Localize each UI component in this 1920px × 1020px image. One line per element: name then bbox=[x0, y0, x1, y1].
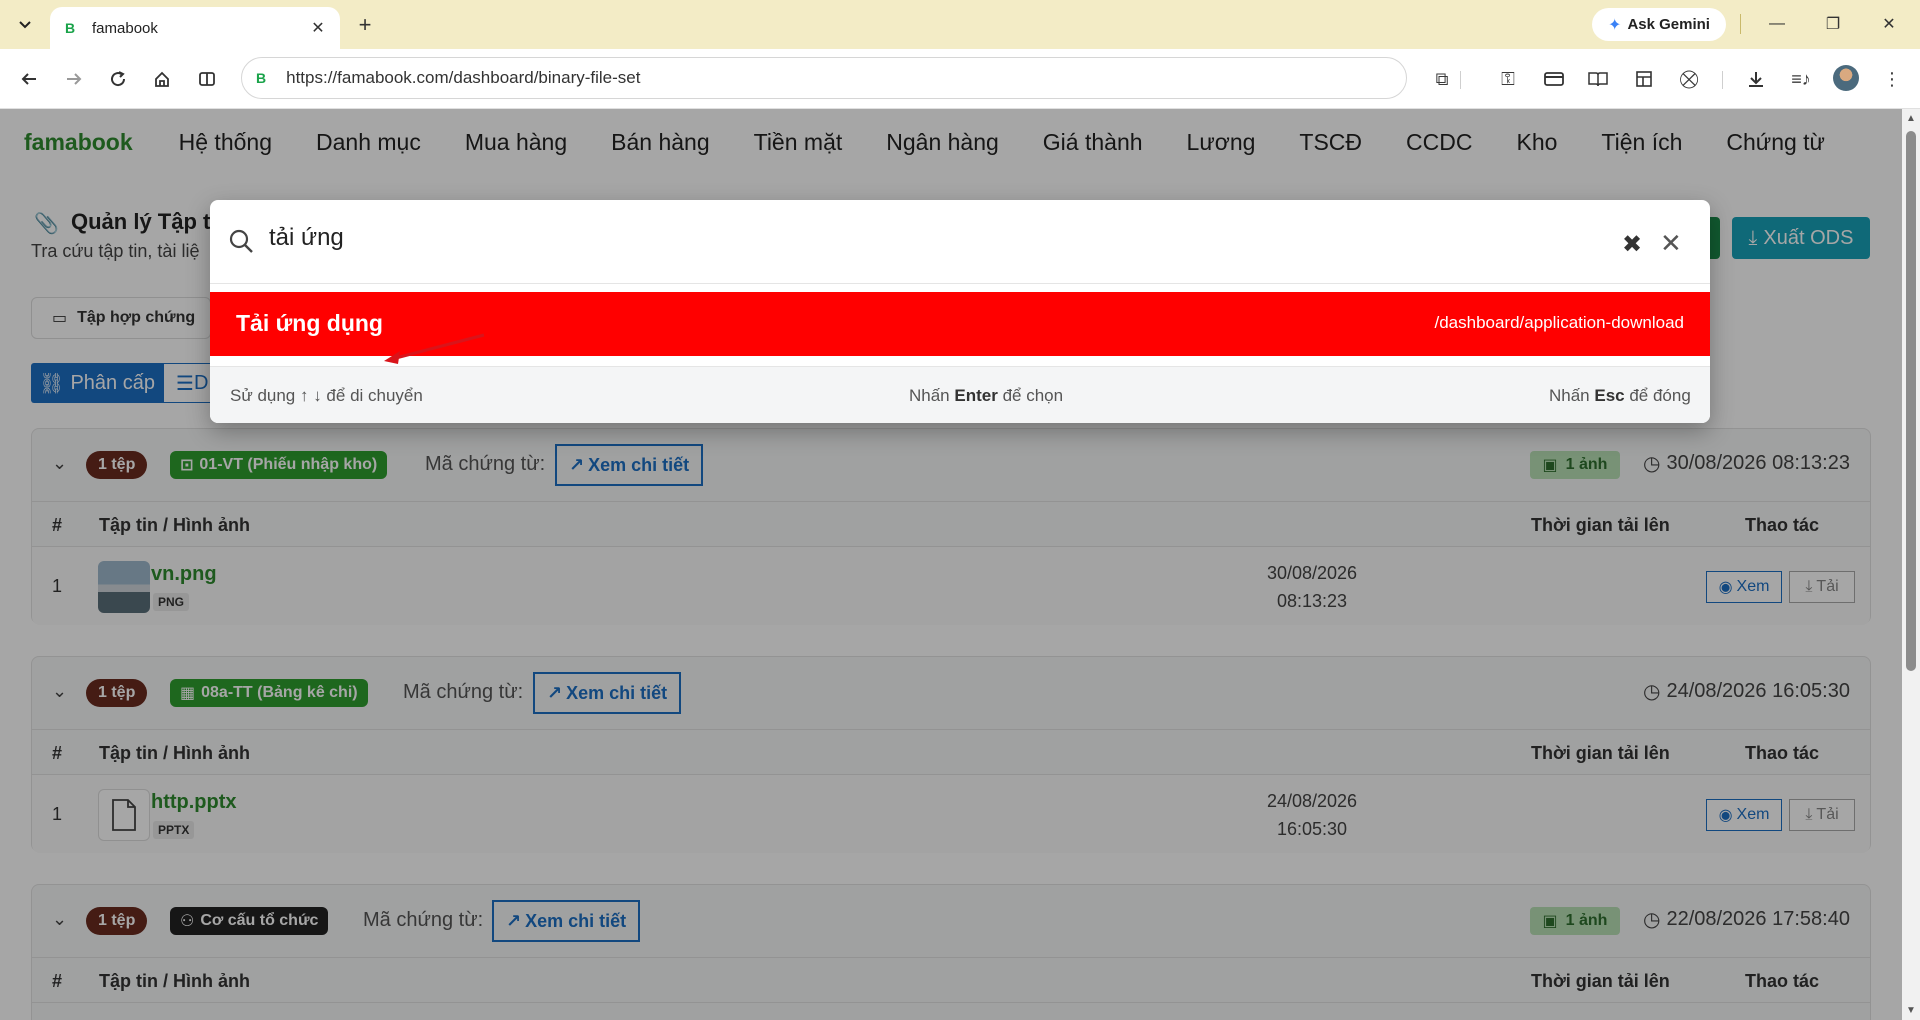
close-tab-icon[interactable]: ✕ bbox=[308, 18, 328, 38]
scroll-up-icon[interactable]: ▲ bbox=[1906, 113, 1916, 124]
gemini-sparkle-icon: ✦ bbox=[1608, 16, 1622, 34]
address-bar[interactable]: B https://famabook.com/dashboard/binary-… bbox=[241, 57, 1407, 99]
password-key-icon[interactable]: ⚿ bbox=[1494, 65, 1522, 93]
palette-search-bar: ✖ ✕ bbox=[210, 200, 1710, 284]
hint-select: Nhấn Enter để chọn bbox=[909, 386, 1063, 406]
page-content: famabook Hệ thống Danh mục Mua hàng Bán … bbox=[0, 109, 1902, 1020]
incognito-icon[interactable]: ⛒ bbox=[1675, 65, 1703, 93]
hint-close: Nhấn Esc để đóng bbox=[1549, 386, 1691, 406]
media-queue-icon[interactable]: ≡♪ bbox=[1787, 65, 1815, 93]
forward-icon[interactable] bbox=[60, 65, 88, 93]
url-text: https://famabook.com/dashboard/binary-fi… bbox=[286, 68, 641, 87]
clear-search-icon[interactable]: ✖ bbox=[1622, 230, 1642, 259]
hint-close-pre: Nhấn bbox=[1549, 386, 1595, 405]
divider bbox=[1740, 14, 1741, 34]
payment-card-icon[interactable] bbox=[1540, 65, 1568, 93]
restore-button[interactable]: ❐ bbox=[1818, 10, 1848, 38]
browser-tabbar: B famabook ✕ + ✦ Ask Gemini — ❐ ✕ bbox=[0, 0, 1920, 49]
table-icon[interactable] bbox=[1630, 65, 1658, 93]
home-icon[interactable] bbox=[148, 65, 176, 93]
ask-gemini-label: Ask Gemini bbox=[1627, 16, 1710, 33]
chevron-down-icon bbox=[19, 21, 31, 29]
back-icon[interactable] bbox=[15, 65, 43, 93]
hint-close-post: để đóng bbox=[1624, 386, 1691, 405]
palette-search-input[interactable] bbox=[269, 224, 1469, 252]
hint-select-key: Enter bbox=[954, 386, 998, 405]
hint-select-post: để chọn bbox=[997, 386, 1064, 405]
close-icon[interactable]: ✕ bbox=[1660, 228, 1682, 259]
browser-toolbar: B https://famabook.com/dashboard/binary-… bbox=[0, 49, 1920, 109]
command-palette: ✖ ✕ Tải ứng dụng /dashboard/application-… bbox=[210, 200, 1710, 423]
hint-select-pre: Nhấn bbox=[909, 386, 955, 405]
site-info-icon[interactable]: B bbox=[256, 70, 266, 86]
reading-mode-icon[interactable] bbox=[1584, 65, 1612, 93]
split-view-icon[interactable] bbox=[193, 65, 221, 93]
site-favicon-icon: B bbox=[64, 20, 76, 36]
hint-navigate: Sử dụng ↑ ↓ để di chuyển bbox=[230, 386, 423, 405]
search-icon bbox=[229, 229, 253, 253]
page-scrollbar[interactable]: ▲ ▼ bbox=[1902, 109, 1920, 1020]
palette-footer: Sử dụng ↑ ↓ để di chuyển Nhấn Enter để c… bbox=[210, 366, 1710, 423]
scroll-down-icon[interactable]: ▼ bbox=[1906, 1005, 1916, 1016]
close-window-button[interactable]: ✕ bbox=[1874, 10, 1904, 38]
ask-gemini-button[interactable]: ✦ Ask Gemini bbox=[1592, 8, 1726, 41]
hint-close-key: Esc bbox=[1594, 386, 1625, 405]
divider bbox=[1460, 71, 1461, 89]
scroll-thumb[interactable] bbox=[1906, 131, 1916, 671]
more-menu-icon[interactable]: ⋮ bbox=[1878, 65, 1906, 93]
new-tab-button[interactable]: + bbox=[352, 12, 378, 38]
result-title: Tải ứng dụng bbox=[236, 310, 383, 336]
reload-icon[interactable] bbox=[104, 65, 132, 93]
profile-avatar[interactable] bbox=[1833, 65, 1859, 91]
download-icon[interactable] bbox=[1742, 65, 1770, 93]
browser-tab[interactable]: B famabook ✕ bbox=[50, 7, 340, 49]
annotation-arrow-icon bbox=[384, 333, 485, 364]
divider bbox=[1722, 71, 1723, 89]
tab-search-button[interactable] bbox=[10, 9, 40, 39]
result-path: /dashboard/application-download bbox=[1434, 313, 1684, 332]
tab-title: famabook bbox=[92, 19, 158, 37]
extensions-icon[interactable]: ⧉ bbox=[1428, 65, 1456, 93]
minimize-button[interactable]: — bbox=[1762, 10, 1792, 38]
